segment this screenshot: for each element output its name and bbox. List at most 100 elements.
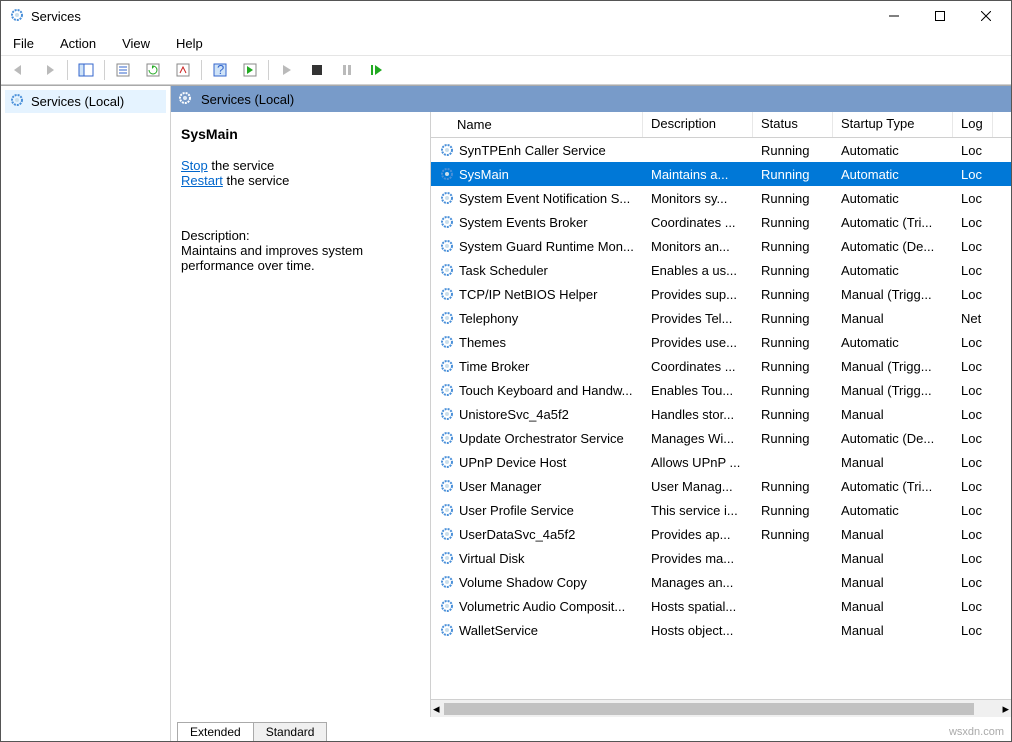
service-row[interactable]: SynTPEnh Caller ServiceRunningAutomaticL… xyxy=(431,138,1011,162)
col-startup[interactable]: Startup Type xyxy=(833,112,953,137)
show-hide-button[interactable] xyxy=(72,57,100,83)
service-row[interactable]: System Events BrokerCoordinates ...Runni… xyxy=(431,210,1011,234)
restart-link[interactable]: Restart xyxy=(181,173,223,188)
menu-action[interactable]: Action xyxy=(56,34,100,53)
col-logon[interactable]: Log xyxy=(953,112,993,137)
service-logon: Loc xyxy=(953,287,993,302)
service-row[interactable]: User Profile ServiceThis service i...Run… xyxy=(431,498,1011,522)
separator xyxy=(104,60,105,80)
right-header: Services (Local) xyxy=(171,86,1011,112)
service-startup: Automatic xyxy=(833,335,953,350)
service-gear-icon xyxy=(439,454,455,470)
service-logon: Loc xyxy=(953,239,993,254)
service-logon: Loc xyxy=(953,455,993,470)
menu-view[interactable]: View xyxy=(118,34,154,53)
service-startup: Automatic xyxy=(833,503,953,518)
service-row[interactable]: ThemesProvides use...RunningAutomaticLoc xyxy=(431,330,1011,354)
play-extra-button[interactable] xyxy=(236,57,264,83)
service-row[interactable]: User ManagerUser Manag...RunningAutomati… xyxy=(431,474,1011,498)
scroll-left-icon[interactable]: ◂ xyxy=(433,701,440,717)
svg-text:?: ? xyxy=(217,63,224,77)
service-row[interactable]: UserDataSvc_4a5f2Provides ap...RunningMa… xyxy=(431,522,1011,546)
scroll-track[interactable] xyxy=(444,703,999,715)
close-button[interactable] xyxy=(963,1,1009,31)
window-title: Services xyxy=(31,9,871,24)
service-gear-icon xyxy=(439,406,455,422)
service-row[interactable]: System Guard Runtime Mon... Monitors an..… xyxy=(431,234,1011,258)
service-logon: Loc xyxy=(953,335,993,350)
horizontal-scrollbar[interactable]: ◂ ▸ xyxy=(431,699,1011,717)
service-logon: Loc xyxy=(953,191,993,206)
service-gear-icon xyxy=(439,502,455,518)
service-status: Running xyxy=(753,287,833,302)
service-row[interactable]: Time BrokerCoordinates ...RunningManual … xyxy=(431,354,1011,378)
minimize-button[interactable] xyxy=(871,1,917,31)
service-row[interactable]: Volume Shadow CopyManages an...ManualLoc xyxy=(431,570,1011,594)
service-name: UnistoreSvc_4a5f2 xyxy=(459,407,569,422)
tab-standard[interactable]: Standard xyxy=(253,722,328,741)
service-gear-icon xyxy=(439,526,455,542)
service-row[interactable]: SysMainMaintains a...RunningAutomaticLoc xyxy=(431,162,1011,186)
service-startup: Manual xyxy=(833,599,953,614)
list-rows[interactable]: SynTPEnh Caller ServiceRunningAutomaticL… xyxy=(431,138,1011,699)
menu-help[interactable]: Help xyxy=(172,34,207,53)
pause-service-button[interactable] xyxy=(333,57,361,83)
service-row[interactable]: Task SchedulerEnables a us...RunningAuto… xyxy=(431,258,1011,282)
export-button[interactable] xyxy=(169,57,197,83)
list-area: Name Description Status Startup Type Log… xyxy=(431,112,1011,717)
service-logon: Loc xyxy=(953,359,993,374)
service-row[interactable]: Touch Keyboard and Handw...Enables Tou..… xyxy=(431,378,1011,402)
service-name: Themes xyxy=(459,335,506,350)
stop-link[interactable]: Stop xyxy=(181,158,208,173)
col-description[interactable]: Description xyxy=(643,112,753,137)
service-row[interactable]: UPnP Device HostAllows UPnP ...ManualLoc xyxy=(431,450,1011,474)
service-row[interactable]: Update Orchestrator ServiceManages Wi...… xyxy=(431,426,1011,450)
service-logon: Loc xyxy=(953,551,993,566)
service-desc: Monitors an... xyxy=(643,239,753,254)
scroll-right-icon[interactable]: ▸ xyxy=(1002,701,1009,717)
service-status: Running xyxy=(753,263,833,278)
tabs: Extended Standard xyxy=(171,717,1011,741)
refresh-button[interactable] xyxy=(139,57,167,83)
service-gear-icon xyxy=(439,382,455,398)
service-name: System Guard Runtime Mon... xyxy=(459,239,634,254)
service-row[interactable]: Volumetric Audio Composit...Hosts spatia… xyxy=(431,594,1011,618)
maximize-button[interactable] xyxy=(917,1,963,31)
service-gear-icon xyxy=(439,430,455,446)
service-startup: Manual xyxy=(833,407,953,422)
service-row[interactable]: Virtual DiskProvides ma...ManualLoc xyxy=(431,546,1011,570)
service-desc: Provides ma... xyxy=(643,551,753,566)
service-row[interactable]: TelephonyProvides Tel...RunningManualNet xyxy=(431,306,1011,330)
service-logon: Loc xyxy=(953,623,993,638)
service-desc: This service i... xyxy=(643,503,753,518)
col-status[interactable]: Status xyxy=(753,112,833,137)
selected-service-name: SysMain xyxy=(181,126,420,142)
scroll-thumb[interactable] xyxy=(444,703,974,715)
service-startup: Automatic xyxy=(833,167,953,182)
service-desc: Manages an... xyxy=(643,575,753,590)
restart-line: Restart the service xyxy=(181,173,420,188)
forward-button[interactable] xyxy=(35,57,63,83)
menu-file[interactable]: File xyxy=(9,34,38,53)
help-button[interactable]: ? xyxy=(206,57,234,83)
tab-extended[interactable]: Extended xyxy=(177,722,254,741)
service-logon: Loc xyxy=(953,383,993,398)
right-header-label: Services (Local) xyxy=(201,92,294,107)
back-button[interactable] xyxy=(5,57,33,83)
service-row[interactable]: WalletServiceHosts object...ManualLoc xyxy=(431,618,1011,642)
stop-service-button[interactable] xyxy=(303,57,331,83)
restart-service-button[interactable] xyxy=(363,57,391,83)
stop-line: Stop the service xyxy=(181,158,420,173)
service-startup: Automatic xyxy=(833,191,953,206)
service-status: Running xyxy=(753,167,833,182)
service-name: Touch Keyboard and Handw... xyxy=(459,383,632,398)
col-name[interactable]: Name xyxy=(431,112,643,137)
start-service-button[interactable] xyxy=(273,57,301,83)
properties-button[interactable] xyxy=(109,57,137,83)
service-row[interactable]: UnistoreSvc_4a5f2Handles stor...RunningM… xyxy=(431,402,1011,426)
service-startup: Manual xyxy=(833,527,953,542)
tree-root[interactable]: Services (Local) xyxy=(5,90,166,113)
service-desc: Maintains a... xyxy=(643,167,753,182)
service-row[interactable]: TCP/IP NetBIOS HelperProvides sup...Runn… xyxy=(431,282,1011,306)
service-row[interactable]: System Event Notification S...Monitors s… xyxy=(431,186,1011,210)
